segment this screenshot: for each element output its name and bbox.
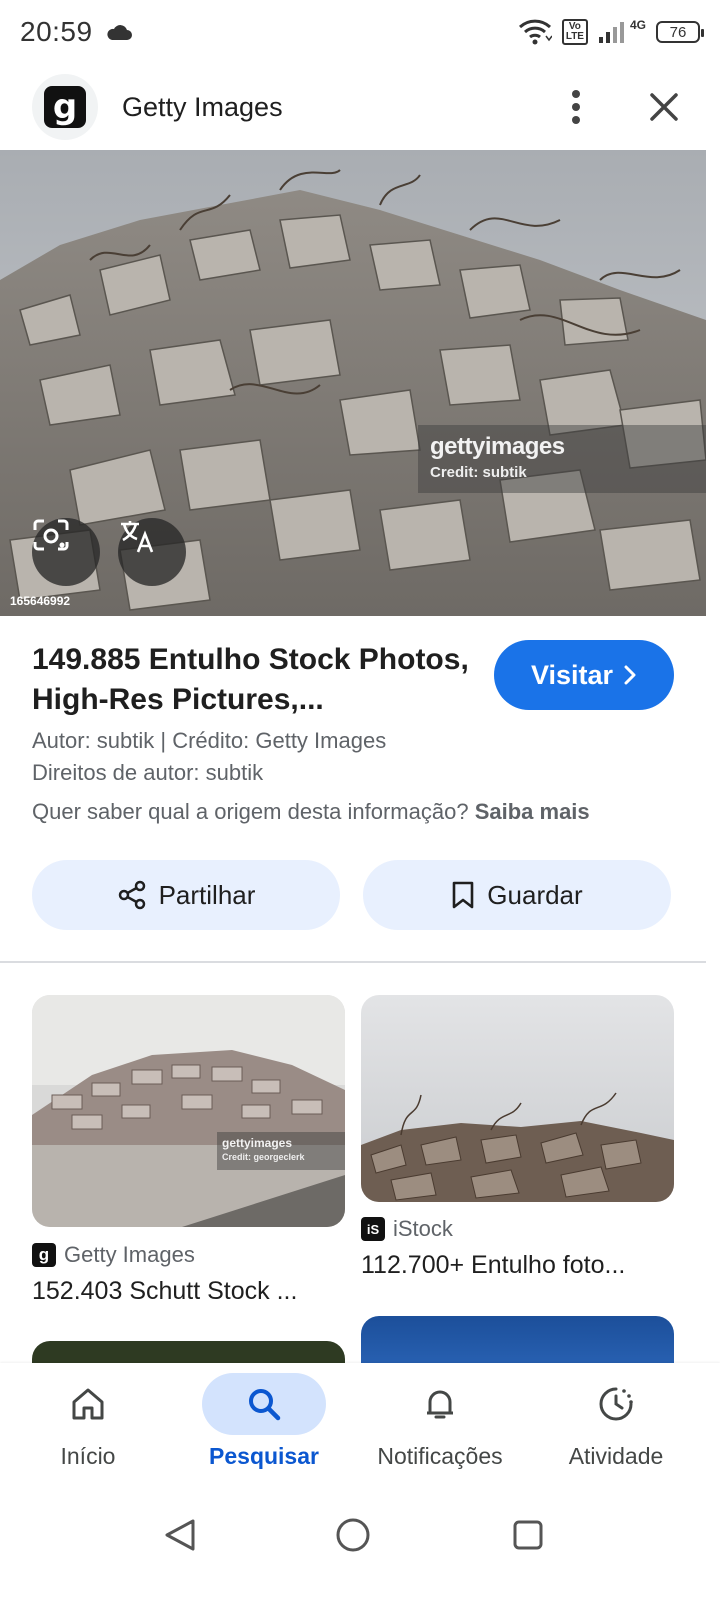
image-id: 165646992 xyxy=(10,594,71,608)
status-time: 20:59 xyxy=(20,16,93,47)
chevron-right-icon xyxy=(624,665,636,685)
getty-logo-icon: g xyxy=(44,86,86,128)
system-nav-bar xyxy=(0,1493,720,1600)
brick-rubble-photo xyxy=(32,995,345,1227)
header: g Getty Images xyxy=(0,64,720,150)
nav-activity[interactable]: Atividade xyxy=(528,1363,704,1493)
istock-favicon-icon: iS xyxy=(361,1217,385,1241)
related-1-source[interactable]: g Getty Images xyxy=(32,1242,195,1268)
related-1-source-name: Getty Images xyxy=(64,1242,195,1267)
save-label: Guardar xyxy=(487,879,583,910)
related-image-2[interactable] xyxy=(361,995,674,1202)
nav-activity-pill xyxy=(554,1373,678,1435)
related-2-source-name: iStock xyxy=(393,1216,453,1241)
recents-square-icon xyxy=(513,1520,543,1550)
watermark-credit: Credit: subtik xyxy=(430,464,527,481)
related-1-watermark-brand: gettyimages xyxy=(222,1136,293,1150)
nav-notifications-label: Notificações xyxy=(377,1443,503,1469)
learn-more-link[interactable]: Saiba mais xyxy=(475,799,590,824)
author-line: Autor: subtik | Crédito: Getty Images xyxy=(32,728,387,753)
bookmark-icon xyxy=(452,881,474,909)
watermark-brand: gettyimages xyxy=(430,433,565,460)
more-vert-icon xyxy=(572,90,580,124)
home-icon xyxy=(72,1388,104,1420)
result-title[interactable]: 149.885 Entulho Stock Photos, High-Res P… xyxy=(32,640,472,720)
status-bar: 20:59 Vo LTE 4G 76 xyxy=(0,0,720,64)
close-icon xyxy=(650,93,678,121)
battery-level: 76 xyxy=(669,23,687,41)
translate-button[interactable] xyxy=(118,518,186,586)
main-image[interactable]: gettyimages Credit: subtik 165646992 xyxy=(0,150,706,616)
related-image-1[interactable]: gettyimages Credit: georgeclerk xyxy=(32,995,345,1227)
back-triangle-icon xyxy=(165,1519,195,1551)
wifi-icon xyxy=(518,19,552,45)
nav-home-label: Início xyxy=(60,1443,116,1469)
bell-icon xyxy=(427,1390,453,1419)
share-label: Partilhar xyxy=(158,879,256,910)
visit-label: Visitar xyxy=(530,659,614,690)
system-home-button[interactable] xyxy=(323,1505,383,1565)
copyright-line: Direitos de autor: subtik xyxy=(32,760,264,785)
signal-icon xyxy=(598,22,624,43)
divider xyxy=(0,961,706,963)
battery-indicator: 76 xyxy=(656,21,704,43)
share-icon xyxy=(118,880,145,910)
origin-question: Quer saber qual a origem desta informaçã… xyxy=(32,799,469,824)
share-button[interactable]: Partilhar xyxy=(32,860,340,930)
nav-search-pill xyxy=(202,1373,326,1435)
nav-home-pill xyxy=(26,1373,150,1435)
nav-home[interactable]: Início xyxy=(0,1363,176,1493)
more-options-button[interactable] xyxy=(552,83,600,131)
site-title: Getty Images xyxy=(122,91,283,122)
origin-info: Quer saber qual a origem desta informaçã… xyxy=(32,799,590,825)
save-button[interactable]: Guardar xyxy=(363,860,671,930)
system-recents-button[interactable] xyxy=(498,1505,558,1565)
site-logo[interactable]: g xyxy=(32,74,98,140)
activity-icon xyxy=(599,1387,633,1421)
nav-activity-label: Atividade xyxy=(568,1443,664,1469)
nav-search-label: Pesquisar xyxy=(209,1443,319,1469)
related-2-source[interactable]: iS iStock xyxy=(361,1216,453,1242)
nav-search[interactable]: Pesquisar xyxy=(176,1363,352,1493)
concrete-rubble-photo xyxy=(361,995,674,1202)
related-2-title[interactable]: 112.700+ Entulho foto... xyxy=(361,1251,675,1280)
volte-icon: Vo LTE xyxy=(561,19,588,45)
rubble-photo xyxy=(0,150,706,616)
nav-notifications-pill xyxy=(378,1373,502,1435)
nav-notifications[interactable]: Notificações xyxy=(352,1363,528,1493)
getty-favicon-icon: g xyxy=(32,1243,56,1267)
search-icon xyxy=(249,1389,281,1421)
visit-button[interactable]: Visitar xyxy=(494,640,674,710)
home-circle-icon xyxy=(336,1518,370,1552)
lens-button[interactable] xyxy=(32,518,100,586)
related-1-title[interactable]: 152.403 Schutt Stock ... xyxy=(32,1277,346,1306)
cloud-icon xyxy=(106,25,132,40)
close-button[interactable] xyxy=(640,83,688,131)
translate-icon xyxy=(121,521,154,553)
bottom-nav: Início Pesquisar Notificações Atividade xyxy=(0,1363,720,1493)
network-type: 4G xyxy=(629,18,646,32)
system-back-button[interactable] xyxy=(150,1505,210,1565)
related-1-watermark-credit: Credit: georgeclerk xyxy=(222,1152,305,1162)
lens-camera-icon xyxy=(33,519,69,551)
